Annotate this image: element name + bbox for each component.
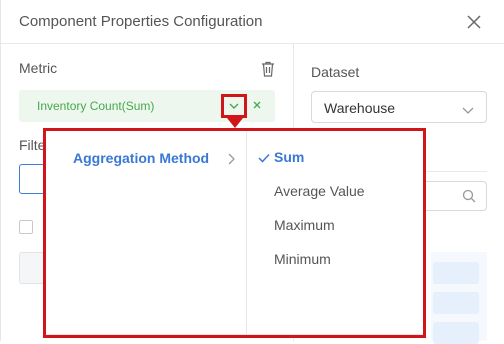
checkbox[interactable] <box>19 220 33 234</box>
search-input[interactable] <box>421 181 487 211</box>
option-label: Minimum <box>274 251 331 267</box>
option-maximum[interactable]: Maximum <box>247 209 423 239</box>
metric-dropdown-button[interactable] <box>221 94 247 118</box>
dataset-select[interactable]: Warehouse <box>311 91 487 123</box>
option-label: Average Value <box>274 183 365 199</box>
chevron-right-icon <box>227 152 235 170</box>
close-icon[interactable] <box>465 13 483 31</box>
field-list-row[interactable] <box>433 262 479 284</box>
dialog-header: Component Properties Configuration <box>1 0 504 44</box>
dialog-title: Component Properties Configuration <box>19 13 263 30</box>
field-list-row[interactable] <box>433 292 479 314</box>
metric-label: Metric <box>19 60 58 76</box>
filter-label: Filte <box>19 137 46 153</box>
menu-item-aggregation-method[interactable]: Aggregation Method <box>46 143 246 171</box>
option-average-value[interactable]: Average Value <box>247 175 423 205</box>
aggregation-popup: Aggregation Method Sum Average Value Max… <box>43 128 426 338</box>
search-icon <box>462 189 476 208</box>
chevron-down-icon <box>229 103 239 109</box>
dataset-label: Dataset <box>311 64 360 80</box>
metric-chip-label: Inventory Count(Sum) <box>37 99 155 113</box>
option-sum[interactable]: Sum <box>247 141 423 171</box>
option-label: Maximum <box>274 217 335 233</box>
trash-icon[interactable] <box>261 61 275 77</box>
check-icon <box>258 150 270 168</box>
chevron-down-icon <box>462 102 474 120</box>
dataset-select-value: Warehouse <box>324 100 396 116</box>
menu-item-label: Aggregation Method <box>73 150 210 166</box>
popup-bottom-line <box>46 334 423 335</box>
remove-metric-icon[interactable] <box>251 98 263 110</box>
highlight-arrow <box>227 118 243 128</box>
option-label: Sum <box>274 149 305 165</box>
option-minimum[interactable]: Minimum <box>247 243 423 273</box>
